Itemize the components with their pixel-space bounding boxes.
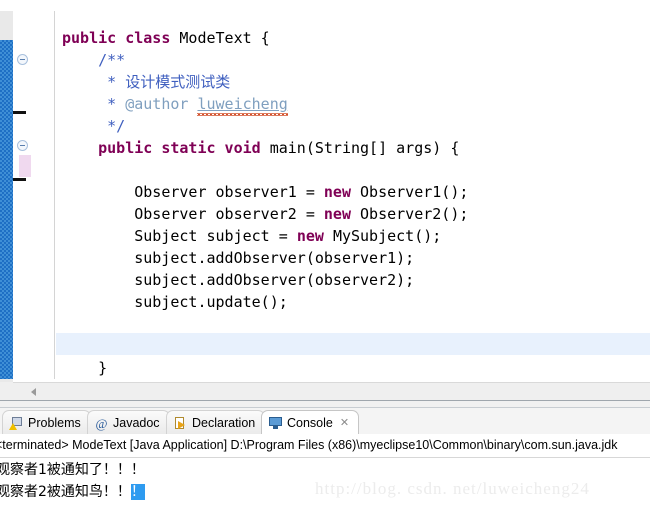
code-line: Subject subject = new MySubject(); xyxy=(56,225,650,247)
tab-problems[interactable]: Problems xyxy=(2,410,91,435)
editor-console-sash[interactable] xyxy=(0,400,650,408)
code-token: subject.addObserver(observer2); xyxy=(62,271,415,289)
code-token-kw: class xyxy=(125,29,180,47)
console-launch-text: <terminated> ModeText [Java Application]… xyxy=(0,438,618,452)
code-token-jdoc: * 设计模式测试类 xyxy=(62,73,231,91)
code-token: Observer observer1 = xyxy=(62,183,324,201)
close-icon[interactable]: ✕ xyxy=(340,416,349,429)
change-bar-mark xyxy=(13,111,26,114)
code-line: subject.addObserver(observer2); xyxy=(56,269,650,291)
code-token-jdoc: */ xyxy=(62,117,126,135)
code-token-kw: public static void xyxy=(98,139,270,157)
tab-label: Console xyxy=(287,415,333,430)
code-token: subject.update(); xyxy=(62,293,288,311)
code-token-jdoc: /** xyxy=(62,51,126,69)
code-token: Subject subject = xyxy=(62,227,297,245)
code-token: } xyxy=(62,359,108,377)
code-token: Observer2(); xyxy=(360,205,469,223)
code-line: */ xyxy=(56,115,650,137)
java-editor[interactable]: public class ModeText { /** * 设计模式测试类 * … xyxy=(0,0,650,382)
console-view[interactable]: <terminated> ModeText [Java Application]… xyxy=(0,435,650,511)
code-line: public static void main(String[] args) { xyxy=(56,137,650,159)
code-line: public class ModeText { xyxy=(56,27,650,49)
view-tab-bar[interactable]: Problems @ Javadoc Declaration Console ✕ xyxy=(0,408,650,435)
fold-collapse-icon[interactable] xyxy=(17,140,28,151)
console-icon xyxy=(268,415,283,430)
code-token: main(String[] args) { xyxy=(269,139,460,157)
at-sign-icon: @ xyxy=(95,415,108,431)
tab-console[interactable]: Console ✕ xyxy=(261,410,360,435)
code-line: Observer observer1 = new Observer1(); xyxy=(56,181,650,203)
code-token-kw: public xyxy=(62,29,126,47)
code-line: * 设计模式测试类 xyxy=(56,71,650,93)
code-token-jtag: @author xyxy=(125,95,198,113)
editor-gutter[interactable] xyxy=(13,0,54,382)
tab-label: Problems xyxy=(28,416,81,430)
code-line: Observer observer2 = new Observer2(); xyxy=(56,203,650,225)
console-line-text: 观察者1被通知了！！！ xyxy=(0,462,145,478)
code-token-kw: new xyxy=(323,183,361,201)
console-line-text: 观察者2被通知鸟！！ xyxy=(0,484,131,500)
console-launch-label: <terminated> ModeText [Java Application]… xyxy=(0,438,650,456)
code-token: Observer1(); xyxy=(360,183,469,201)
code-token: ModeText { xyxy=(179,29,270,47)
console-header-divider xyxy=(0,457,650,458)
change-marker-strip[interactable] xyxy=(0,40,13,379)
eclipse-ide-window: public class ModeText { /** * 设计模式测试类 * … xyxy=(0,0,650,511)
editor-horizontal-scrollbar[interactable] xyxy=(13,382,650,401)
change-bar-mark xyxy=(13,178,26,181)
code-line: subject.update(); xyxy=(56,291,650,313)
problems-icon xyxy=(9,416,24,431)
occurrence-marker xyxy=(19,155,31,177)
editor-top-clip xyxy=(0,0,650,11)
scrollbar-left-pad xyxy=(0,382,13,400)
code-line: } xyxy=(56,357,650,379)
code-line: /** xyxy=(56,49,650,71)
tab-label: Javadoc xyxy=(113,416,160,430)
console-output-line: 观察者1被通知了！！！ xyxy=(0,459,646,481)
declaration-icon xyxy=(173,416,188,431)
code-token: MySubject(); xyxy=(332,227,442,245)
tab-javadoc[interactable]: @ Javadoc xyxy=(87,410,170,435)
code-token-jdoc: * xyxy=(62,95,126,113)
scroll-left-arrow-icon[interactable] xyxy=(31,388,36,396)
tab-label: Declaration xyxy=(192,416,256,430)
code-line: * @author luweicheng xyxy=(56,93,650,115)
code-token: Observer observer2 = xyxy=(62,205,324,223)
watermark-text: http://blog. csdn. net/luweicheng24 xyxy=(315,479,590,498)
console-selection: ！ xyxy=(130,484,145,500)
gutter-divider xyxy=(54,0,55,379)
tab-declaration[interactable]: Declaration xyxy=(166,410,266,435)
source-code-text[interactable]: public class ModeText { /** * 设计模式测试类 * … xyxy=(56,27,650,382)
code-token: subject.addObserver(observer1); xyxy=(62,249,415,267)
fold-collapse-icon[interactable] xyxy=(17,54,28,65)
code-token-kw: new xyxy=(296,227,333,245)
code-line: subject.addObserver(observer1); xyxy=(56,247,650,269)
code-token-spell: luweicheng xyxy=(197,95,288,113)
code-token-kw: new xyxy=(323,205,361,223)
